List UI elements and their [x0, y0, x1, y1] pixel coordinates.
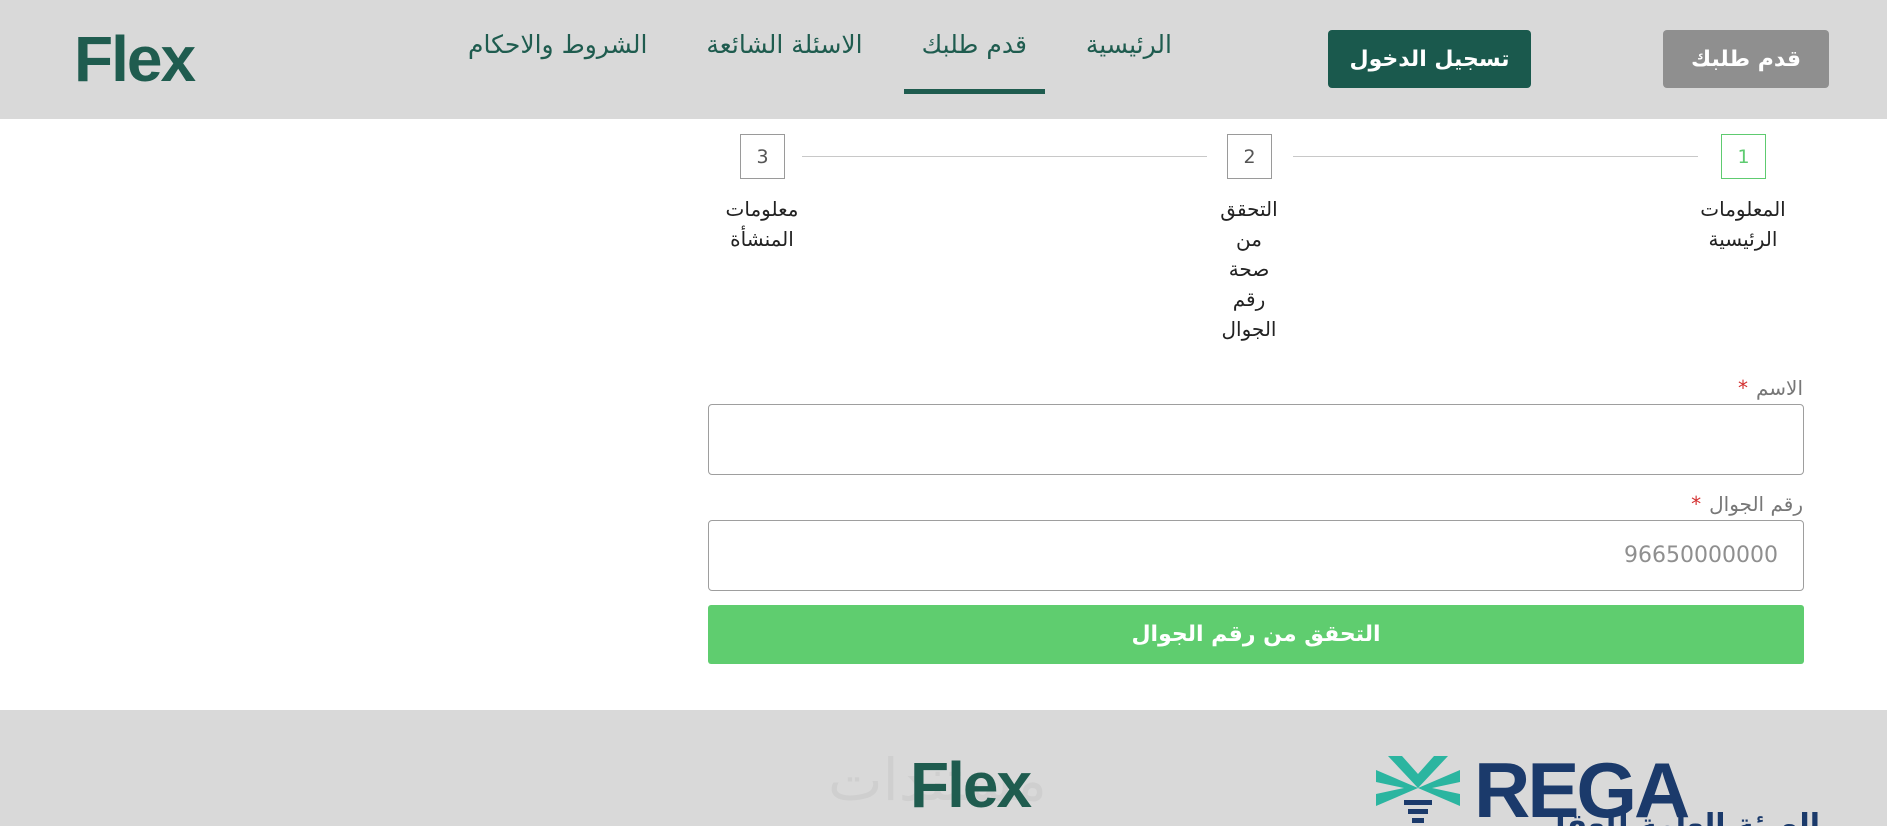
- nav-item-faq[interactable]: الاسئلة الشائعة: [688, 0, 880, 95]
- step-connector: [1293, 156, 1698, 157]
- name-input[interactable]: [708, 404, 1804, 475]
- mobile-field-label: رقم الجوال *: [1691, 490, 1803, 518]
- footer: مستندات Flex REGA الهيئة العامة للعقار: [0, 710, 1887, 826]
- top-navbar: Flex الرئيسية قدم طلبك الاسئلة الشائعة ا…: [0, 0, 1887, 119]
- apply-button[interactable]: قدم طلبك: [1663, 30, 1829, 88]
- name-label-text: الاسم: [1755, 376, 1803, 400]
- required-marker: *: [1737, 376, 1748, 400]
- step-1-indicator: 1: [1721, 134, 1766, 179]
- nav-item-terms[interactable]: الشروط والاحكام: [450, 0, 665, 95]
- required-marker: *: [1691, 492, 1702, 516]
- flex-logo[interactable]: Flex: [74, 22, 196, 96]
- step-3-label: معلومات المنشأة: [725, 197, 799, 251]
- mobile-input[interactable]: [708, 520, 1804, 591]
- rega-arabic-name: الهيئة العامة للعقار: [1537, 808, 1820, 826]
- nav-item-home[interactable]: الرئيسية: [1068, 0, 1190, 95]
- step-3-indicator: 3: [740, 134, 785, 179]
- rega-emblem-icon: [1376, 756, 1460, 823]
- step-2-indicator: 2: [1227, 134, 1272, 179]
- nav-item-apply[interactable]: قدم طلبك: [903, 0, 1046, 95]
- step-1-label: المعلومات الرئيسية: [1700, 197, 1786, 251]
- main-nav: الرئيسية قدم طلبك الاسئلة الشائعة الشروط…: [450, 0, 1190, 95]
- footer-flex-logo[interactable]: Flex: [910, 750, 1032, 820]
- verify-mobile-button[interactable]: التحقق من رقم الجوال: [708, 605, 1804, 664]
- name-field-label: الاسم *: [1738, 374, 1803, 402]
- mobile-label-text: رقم الجوال: [1709, 492, 1803, 516]
- login-button[interactable]: تسجيل الدخول: [1328, 30, 1531, 88]
- step-2-label: التحقق من صحة رقم الجوال: [1220, 197, 1278, 341]
- step-connector: [802, 156, 1207, 157]
